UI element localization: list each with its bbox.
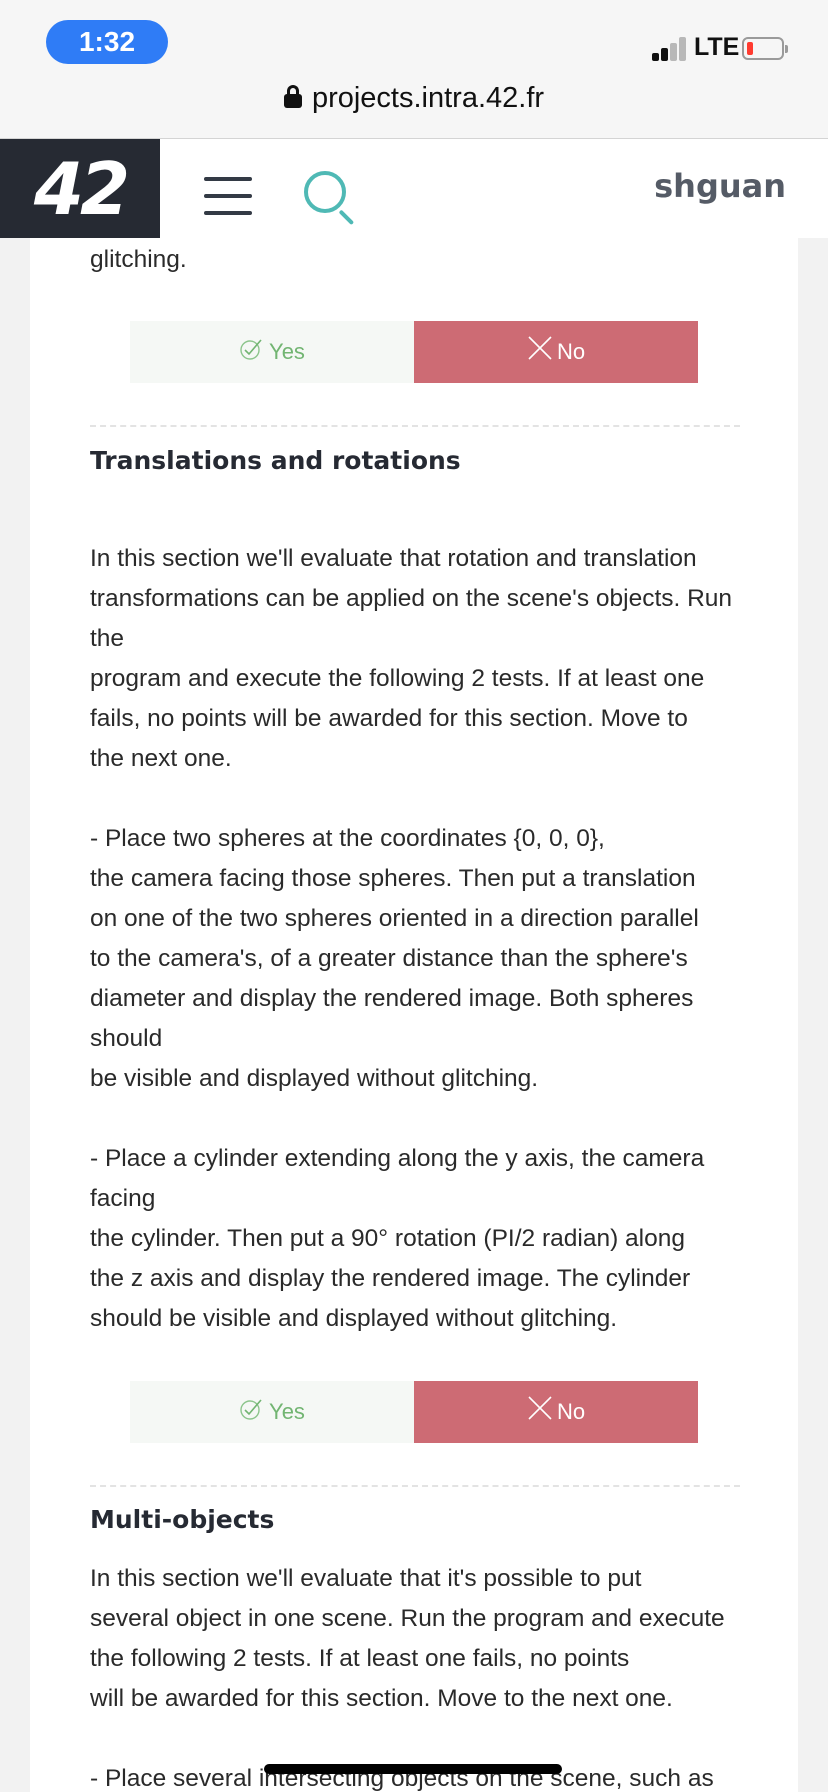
section-divider	[90, 1485, 740, 1487]
page-gutter	[798, 238, 828, 1792]
no-label: No	[556, 1399, 586, 1424]
network-type: LTE	[694, 33, 740, 61]
check-icon	[240, 339, 262, 360]
check-icon	[240, 1399, 262, 1420]
previous-section-tail: glitching.	[90, 246, 187, 273]
no-button[interactable]: No	[414, 1381, 698, 1443]
no-button[interactable]: No	[414, 321, 698, 383]
answer-toggle-1: Yes No	[130, 321, 698, 383]
url-text[interactable]: projects.intra.42.fr	[312, 82, 544, 115]
status-time[interactable]: 1:32	[46, 20, 168, 64]
logo-text: 42	[33, 146, 130, 231]
section-title-translations: Translations and rotations	[90, 446, 461, 475]
yes-label: Yes	[269, 1399, 305, 1424]
section-body-multi-objects: In this section we'll evaluate that it's…	[90, 1565, 725, 1792]
lock-icon	[283, 85, 302, 109]
yes-label: Yes	[269, 339, 305, 364]
yes-button[interactable]: Yes	[130, 1381, 414, 1443]
no-label: No	[556, 339, 586, 364]
signal-strength-icon	[652, 36, 688, 61]
site-logo[interactable]: 42	[0, 139, 160, 238]
section-divider	[90, 425, 740, 427]
home-indicator[interactable]	[264, 1764, 562, 1774]
yes-button[interactable]: Yes	[130, 321, 414, 383]
user-menu[interactable]: shguan	[654, 167, 786, 205]
battery-icon	[742, 37, 788, 60]
section-body-translations: In this section we'll evaluate that rota…	[90, 545, 733, 1332]
hamburger-menu-icon[interactable]	[204, 177, 252, 215]
site-header: 42 shguan	[0, 139, 828, 238]
url-bar[interactable]: projects.intra.42.fr	[0, 76, 828, 120]
search-icon[interactable]	[304, 171, 358, 226]
close-icon	[528, 336, 552, 360]
answer-toggle-2: Yes No	[130, 1381, 698, 1443]
browser-top-bar: 1:32 LTE projects.intra.42.fr	[0, 0, 828, 139]
section-title-multi-objects: Multi-objects	[90, 1505, 275, 1534]
close-icon	[528, 1396, 552, 1420]
